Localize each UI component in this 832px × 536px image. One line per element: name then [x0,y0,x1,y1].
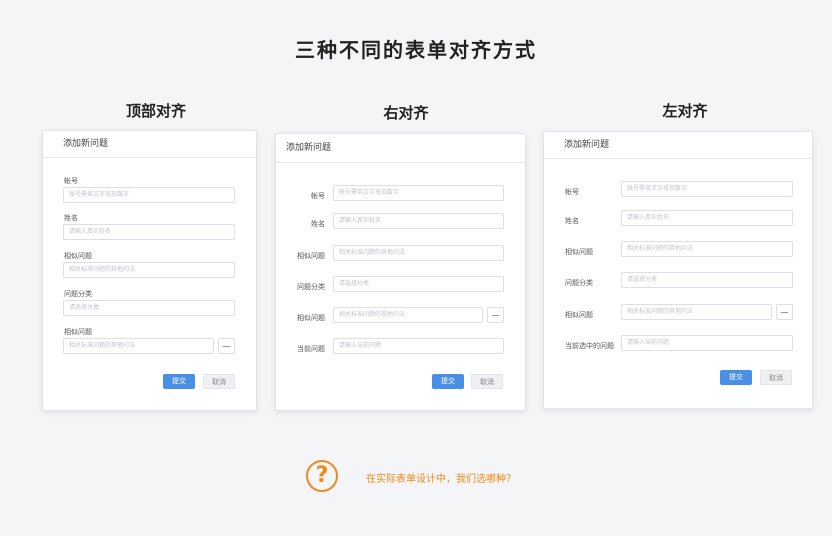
remove-button[interactable] [218,338,235,354]
remove-button[interactable] [776,304,793,320]
submit-button[interactable]: 提交 [432,374,464,389]
field-label-category: 问题分类 [297,283,325,291]
field-label-similar-2: 相似问题 [297,314,325,322]
cancel-button[interactable]: 取消 [471,374,503,389]
page-title: 三种不同的表单对齐方式 [295,38,537,62]
field-label-similar-2: 相似问题 [64,328,92,336]
similar-question-input[interactable]: 相关标准问题的其他问法 [621,241,793,257]
submit-button[interactable]: 提交 [163,374,195,389]
field-label-account: 帐号 [311,192,325,200]
category-select[interactable]: 请选择分类 [63,300,235,316]
field-label-similar: 相似问题 [64,252,92,260]
cancel-button[interactable]: 取消 [760,370,792,385]
account-input[interactable]: 帐号需英文字母加数字 [621,181,793,197]
field-label-similar: 相似问题 [565,248,593,256]
card-title: 添加新问题 [544,132,812,159]
field-label-name: 姓名 [565,217,579,225]
form-card-left-aligned: 添加新问题 帐号 帐号需英文字母加数字 姓名 请输入真实姓名 相似问题 相关标准… [543,131,813,409]
similar-question-input-2[interactable]: 相关标准问题的其他问法 [333,307,483,323]
similar-question-input-2[interactable]: 相关标准问题的其他问法 [63,338,214,354]
field-label-name: 姓名 [311,220,325,228]
similar-question-input[interactable]: 相关标准问题的其他问法 [333,245,504,261]
similar-question-input[interactable]: 相关标准问题的其他问法 [63,262,235,278]
account-input[interactable]: 帐号需英文字母加数字 [333,185,504,201]
field-label-current: 当前问题 [297,345,325,353]
heading-top-aligned: 顶部对齐 [125,102,186,120]
field-label-current-selected: 当前选中的问题 [565,342,614,350]
current-question-input[interactable]: 请输入当前问题 [333,338,504,354]
remove-button[interactable] [487,307,504,323]
question-icon: ? [306,460,338,492]
current-question-input[interactable]: 请输入当前问题 [621,335,793,351]
heading-right-aligned: 右对齐 [383,104,429,122]
heading-left-aligned: 左对齐 [662,102,708,120]
field-label-similar: 相似问题 [297,252,325,260]
card-title: 添加新问题 [276,134,525,163]
field-label-name: 姓名 [64,214,78,222]
cancel-button[interactable]: 取消 [203,374,235,389]
account-input[interactable]: 帐号需英文字母加数字 [63,187,235,203]
field-label-category: 问题分类 [64,290,92,298]
question-text: 在实际表单设计中，我们选哪种？ [366,474,516,485]
form-card-right-aligned: 添加新问题 帐号 帐号需英文字母加数字 姓名 请输入真实姓名 相似问题 相关标准… [275,133,526,411]
card-title: 添加新问题 [43,131,256,158]
field-label-category: 问题分类 [565,279,593,287]
field-label-account: 帐号 [64,177,78,185]
field-label-account: 帐号 [565,188,579,196]
submit-button[interactable]: 提交 [720,370,752,385]
name-input[interactable]: 请输入真实姓名 [333,213,504,229]
name-input[interactable]: 请输入真实姓名 [621,210,793,226]
category-select[interactable]: 请选择分类 [621,272,793,288]
similar-question-input-2[interactable]: 相关标准问题的其他问法 [621,304,772,320]
category-select[interactable]: 请选择分类 [333,276,504,292]
name-input[interactable]: 请输入真实姓名 [63,224,235,240]
field-label-similar-2: 相似问题 [565,311,593,319]
form-card-top-aligned: 添加新问题 帐号 帐号需英文字母加数字 姓名 请输入真实姓名 相似问题 相关标准… [42,130,257,411]
